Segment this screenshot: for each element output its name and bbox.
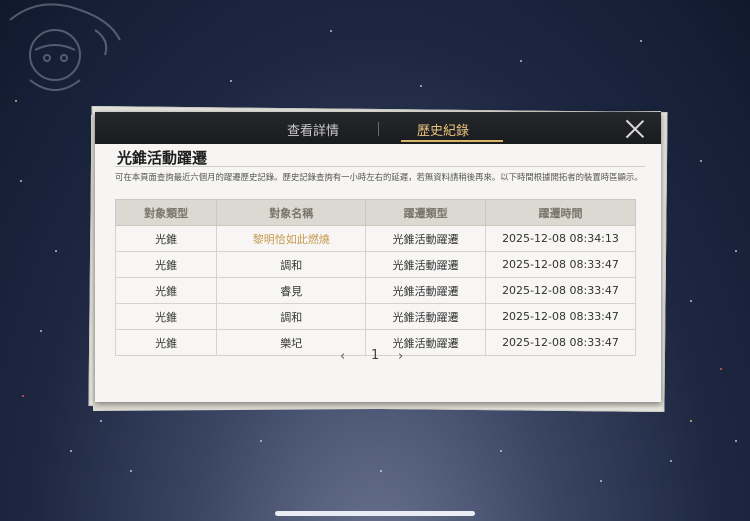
header-item-name: 對象名稱 <box>216 199 367 226</box>
history-table: 對象類型 對象名稱 躍遷類型 躍遷時間 光錐 黎明恰如此燃燒 光錐活動躍遷 20… <box>114 199 637 356</box>
cell-item-name: 調和 <box>216 251 367 278</box>
table-row: 光錐 黎明恰如此燃燒 光錐活動躍遷 2025-12-08 08:34:13 <box>114 225 637 252</box>
tab-details[interactable]: 查看詳情 <box>287 120 339 139</box>
pagination: ‹ 1 › <box>95 347 661 367</box>
cell-item-name: 睿見 <box>216 277 367 304</box>
chevron-right-icon[interactable]: › <box>398 349 403 364</box>
cell-warp-type: 光錐活動躍遷 <box>365 251 486 278</box>
cell-warp-time: 2025-12-08 08:33:47 <box>484 251 637 278</box>
table-header-row: 對象類型 對象名稱 躍遷類型 躍遷時間 <box>114 199 637 226</box>
header-warp-type: 躍遷類型 <box>365 199 486 226</box>
cell-item-name: 調和 <box>216 303 367 330</box>
mascot-watermark-icon <box>9 3 121 91</box>
cell-warp-type: 光錐活動躍遷 <box>365 303 486 330</box>
description-text: 可在本頁面查詢最近六個月的躍遷歷史記錄。歷史記錄查詢有一小時左右的延遲，若無資料… <box>115 172 643 182</box>
cell-item-type: 光錐 <box>114 303 218 330</box>
cell-item-type: 光錐 <box>114 225 218 252</box>
cell-item-name: 黎明恰如此燃燒 <box>216 225 367 252</box>
table-row: 光錐 調和 光錐活動躍遷 2025-12-08 08:33:47 <box>114 303 637 330</box>
cell-warp-type: 光錐活動躍遷 <box>365 225 486 252</box>
cell-item-type: 光錐 <box>114 251 218 278</box>
tab-history[interactable]: 歷史紀錄 <box>417 120 469 139</box>
table-row: 光錐 睿見 光錐活動躍遷 2025-12-08 08:33:47 <box>114 277 637 304</box>
history-panel: 查看詳情 歷史紀錄 光錐活動躍遷 可在本頁面查詢最近六個月的躍遷歷史記錄。歷史記… <box>95 112 661 402</box>
active-tab-indicator <box>401 140 503 142</box>
header-warp-time: 躍遷時間 <box>484 199 637 226</box>
page-title: 光錐活動躍遷 <box>117 149 208 167</box>
tab-bar: 查看詳情 歷史紀錄 <box>95 112 661 144</box>
cell-warp-time: 2025-12-08 08:34:13 <box>484 225 637 252</box>
table-row: 光錐 調和 光錐活動躍遷 2025-12-08 08:33:47 <box>114 251 637 278</box>
close-icon[interactable] <box>625 119 645 139</box>
title-divider <box>115 166 645 167</box>
cell-warp-type: 光錐活動躍遷 <box>365 277 486 304</box>
current-page: 1 <box>371 348 380 363</box>
tab-divider <box>378 122 379 136</box>
chevron-left-icon[interactable]: ‹ <box>340 349 345 364</box>
cell-item-type: 光錐 <box>114 277 218 304</box>
header-item-type: 對象類型 <box>114 199 218 226</box>
cell-warp-time: 2025-12-08 08:33:47 <box>484 303 637 330</box>
cell-warp-time: 2025-12-08 08:33:47 <box>484 277 637 304</box>
home-indicator[interactable] <box>275 511 475 516</box>
